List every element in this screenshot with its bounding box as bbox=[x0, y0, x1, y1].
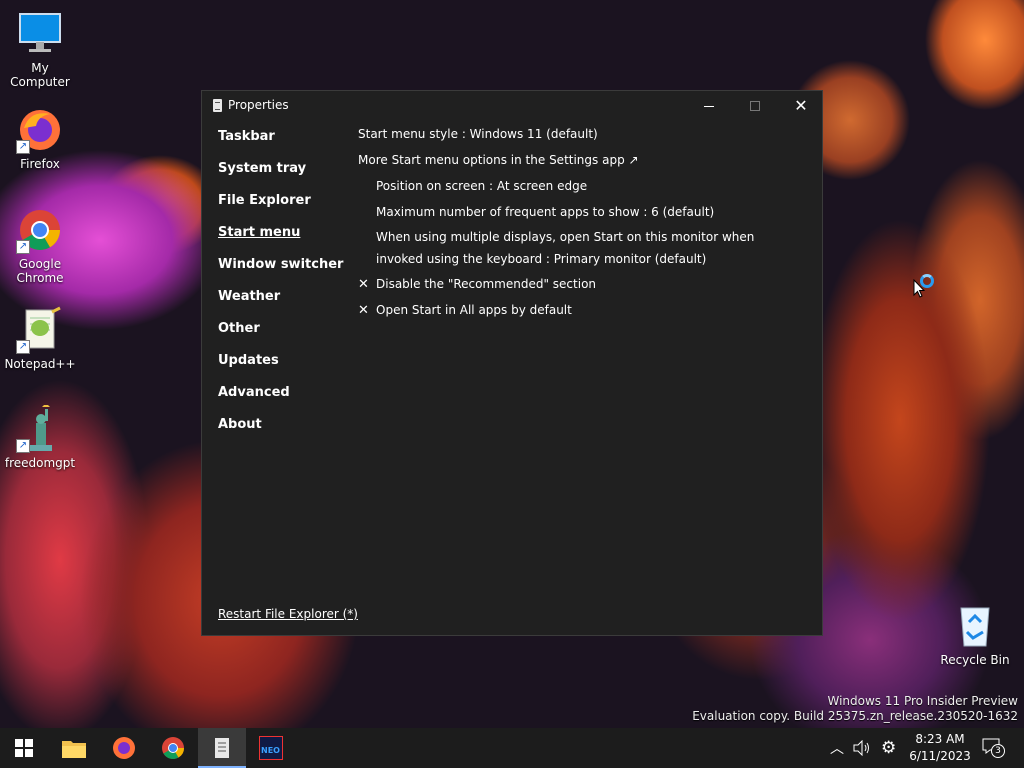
busy-spinner-icon bbox=[920, 274, 934, 288]
chrome-icon bbox=[162, 737, 184, 759]
nav-item-taskbar[interactable]: Taskbar bbox=[218, 127, 348, 159]
minimize-button[interactable] bbox=[686, 91, 732, 121]
close-button[interactable]: ✕ bbox=[778, 91, 824, 121]
disable-recommended-label: Disable the "Recommended" section bbox=[376, 277, 597, 291]
settings-app-link[interactable]: More Start menu options in the Settings … bbox=[358, 153, 639, 167]
restart-explorer-link[interactable]: Restart File Explorer (*) bbox=[218, 607, 358, 621]
nav-item-start-menu[interactable]: Start menu bbox=[218, 223, 348, 255]
volume-button[interactable] bbox=[853, 728, 871, 768]
desktop-icon-label: Recycle Bin bbox=[940, 653, 1010, 667]
nav-item-advanced[interactable]: Advanced bbox=[218, 383, 348, 415]
desktop-icon-recycle-bin[interactable]: Recycle Bin bbox=[935, 602, 1015, 667]
nav-item-system-tray[interactable]: System tray bbox=[218, 159, 348, 191]
speaker-icon bbox=[853, 740, 869, 756]
desktop-icon-label: Notepad++ bbox=[4, 357, 76, 371]
clock-time: 8:23 AM bbox=[915, 732, 965, 746]
properties-window: Properties ✕ Taskbar System tray File Ex… bbox=[201, 90, 823, 636]
minimize-icon bbox=[704, 105, 714, 107]
taskbar-file-explorer[interactable] bbox=[50, 728, 98, 768]
properties-app-icon bbox=[215, 738, 229, 758]
taskbar-firefox[interactable] bbox=[100, 728, 148, 768]
desktop-icon-label: Google Chrome bbox=[16, 257, 64, 285]
shortcut-arrow-icon: ↗ bbox=[16, 240, 30, 254]
taskbar-chrome[interactable] bbox=[149, 728, 197, 768]
settings-button[interactable]: ⚙ bbox=[881, 728, 896, 768]
notification-icon: 3 bbox=[982, 738, 1005, 758]
nav-item-about[interactable]: About bbox=[218, 415, 348, 447]
desktop-icon-freedomgpt[interactable]: ↗ freedomgpt bbox=[0, 403, 80, 470]
desktop-icon-firefox[interactable]: ↗ Firefox bbox=[0, 106, 80, 171]
desktop-icon-label: freedomgpt bbox=[4, 456, 76, 470]
show-hidden-icons-button[interactable]: ︿ bbox=[830, 728, 844, 768]
nav-item-file-explorer[interactable]: File Explorer bbox=[218, 191, 348, 223]
desktop-icon-chrome[interactable]: ↗ Google Chrome bbox=[0, 206, 80, 285]
position-option[interactable]: Position on screen : At screen edge bbox=[376, 179, 587, 193]
taskbar: NEO ︿ ⚙ 8:23 AM 6/11/2023 3 bbox=[0, 728, 1024, 768]
nav-item-updates[interactable]: Updates bbox=[218, 351, 348, 383]
neo-app-icon: NEO bbox=[259, 736, 283, 760]
taskbar-neo-app[interactable]: NEO bbox=[247, 728, 295, 768]
statue-of-liberty-icon: ↗ bbox=[16, 403, 64, 453]
close-icon: ✕ bbox=[794, 96, 808, 115]
title-bar[interactable]: Properties ✕ bbox=[202, 91, 822, 121]
notifications-button[interactable]: 3 bbox=[982, 728, 1005, 768]
clock[interactable]: 8:23 AM 6/11/2023 bbox=[905, 731, 975, 765]
max-frequent-apps-option[interactable]: Maximum number of frequent apps to show … bbox=[376, 205, 714, 219]
disable-recommended-checkbox[interactable]: ✕ Disable the "Recommended" section bbox=[358, 277, 596, 292]
app-icon bbox=[213, 99, 222, 112]
open-all-apps-label: Open Start in All apps by default bbox=[376, 303, 572, 317]
shortcut-arrow-icon: ↗ bbox=[16, 140, 30, 154]
watermark-line-2: Evaluation copy. Build 25375.zn_release.… bbox=[692, 709, 1018, 723]
sidebar-nav: Taskbar System tray File Explorer Start … bbox=[218, 127, 348, 447]
open-all-apps-checkbox[interactable]: ✕ Open Start in All apps by default bbox=[358, 303, 572, 318]
clock-date: 6/11/2023 bbox=[909, 749, 971, 763]
multi-display-option[interactable]: When using multiple displays, open Start… bbox=[376, 226, 796, 270]
notification-count-badge: 3 bbox=[991, 744, 1005, 758]
nav-item-weather[interactable]: Weather bbox=[218, 287, 348, 319]
desktop-icon-my-computer[interactable]: My Computer bbox=[0, 10, 80, 89]
desktop-icon-label: My Computer bbox=[10, 61, 70, 89]
recycle-bin-icon bbox=[951, 602, 999, 650]
windows-start-icon bbox=[15, 739, 33, 757]
folder-icon bbox=[62, 741, 86, 758]
neo-app-label: NEO bbox=[261, 746, 280, 755]
start-menu-style-option[interactable]: Start menu style : Windows 11 (default) bbox=[358, 127, 598, 141]
evaluation-watermark: Windows 11 Pro Insider Preview Evaluatio… bbox=[692, 694, 1018, 724]
desktop-icon-label: Firefox bbox=[20, 157, 60, 171]
nav-item-other[interactable]: Other bbox=[218, 319, 348, 351]
checkmark-x-icon: ✕ bbox=[358, 303, 369, 318]
shortcut-arrow-icon: ↗ bbox=[16, 439, 30, 453]
maximize-button[interactable] bbox=[732, 91, 778, 121]
watermark-line-1: Windows 11 Pro Insider Preview bbox=[827, 694, 1018, 708]
firefox-icon bbox=[113, 737, 135, 759]
monitor-icon bbox=[16, 10, 64, 58]
maximize-icon bbox=[750, 101, 760, 111]
chevron-up-icon: ︿ bbox=[830, 741, 844, 757]
nav-item-window-switcher[interactable]: Window switcher bbox=[218, 255, 348, 287]
notepadpp-icon: ↗ bbox=[16, 306, 64, 354]
checkmark-x-icon: ✕ bbox=[358, 277, 369, 292]
gear-icon: ⚙ bbox=[881, 738, 897, 758]
start-button[interactable] bbox=[0, 728, 48, 768]
window-title: Properties bbox=[228, 98, 289, 112]
desktop-icon-notepadpp[interactable]: ↗ Notepad++ bbox=[0, 306, 80, 371]
shortcut-arrow-icon: ↗ bbox=[16, 340, 30, 354]
taskbar-properties-app[interactable] bbox=[198, 728, 246, 768]
chrome-icon: ↗ bbox=[16, 206, 64, 254]
firefox-icon: ↗ bbox=[16, 106, 64, 154]
